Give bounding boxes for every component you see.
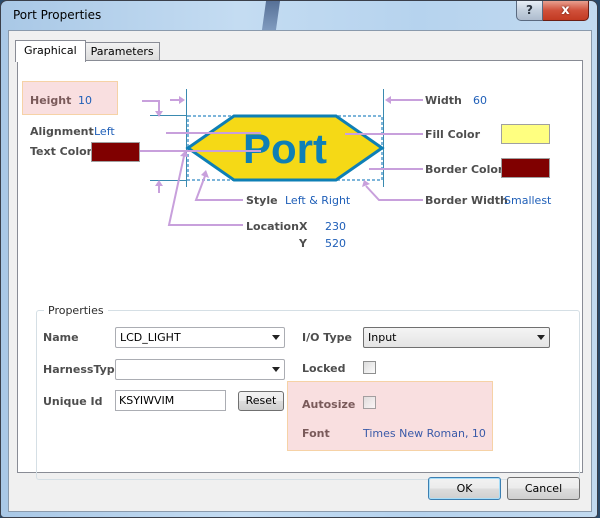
io-type-label: I/O Type	[302, 331, 352, 344]
caption-buttons: ? x	[516, 1, 589, 21]
name-value: LCD_LIGHT	[120, 331, 181, 344]
port-properties-dialog: Port Properties ? x Graphical Parameters…	[0, 0, 598, 518]
tab-graphical[interactable]: Graphical	[15, 40, 86, 62]
harness-type-label: HarnessType	[43, 363, 123, 376]
name-label: Name	[43, 331, 79, 344]
autosize-checkbox[interactable]	[363, 396, 376, 409]
arrow-right	[179, 96, 185, 104]
chevron-down-icon	[272, 367, 280, 372]
dialog-client-area: Graphical Parameters Height 10 Alignment…	[8, 30, 592, 512]
reset-button[interactable]: Reset	[238, 391, 284, 411]
arrow-down	[155, 111, 163, 117]
font-label: Font	[302, 427, 330, 440]
name-combobox[interactable]: LCD_LIGHT	[115, 327, 285, 348]
io-type-value: Input	[368, 331, 397, 344]
arrow-left	[385, 96, 391, 104]
close-button[interactable]: x	[543, 1, 589, 21]
border-width-callout	[365, 185, 423, 201]
help-icon: ?	[526, 3, 533, 17]
autosize-label: Autosize	[302, 398, 356, 411]
properties-group-title: Properties	[44, 304, 108, 317]
unique-id-value: KSYIWVIM	[119, 394, 175, 407]
arrow-border-width	[362, 180, 370, 187]
background-decoration	[261, 1, 281, 30]
locked-label: Locked	[302, 362, 346, 375]
close-icon: x	[561, 3, 570, 18]
help-button[interactable]: ?	[516, 1, 543, 21]
chevron-down-icon	[537, 335, 545, 340]
locked-checkbox[interactable]	[363, 361, 376, 374]
tab-strip: Graphical Parameters	[15, 39, 160, 62]
title-bar[interactable]: Port Properties ? x	[1, 1, 597, 30]
port-preview-diagram: Port	[140, 89, 423, 226]
graphical-tab-panel: Height 10 Alignment Left Text Color Widt…	[17, 60, 583, 480]
io-type-combobox[interactable]: Input	[363, 327, 550, 348]
window-title: Port Properties	[13, 8, 102, 22]
harness-type-combobox[interactable]	[115, 359, 285, 380]
font-autosize-highlight	[287, 381, 493, 451]
ok-button[interactable]: OK	[428, 477, 501, 500]
unique-id-label: Unique Id	[43, 395, 103, 408]
chevron-down-icon	[272, 335, 280, 340]
cancel-button[interactable]: Cancel	[507, 477, 580, 500]
font-value[interactable]: Times New Roman, 10	[363, 427, 486, 440]
unique-id-input[interactable]: KSYIWVIM	[115, 390, 226, 411]
tab-parameters[interactable]: Parameters	[84, 42, 160, 61]
